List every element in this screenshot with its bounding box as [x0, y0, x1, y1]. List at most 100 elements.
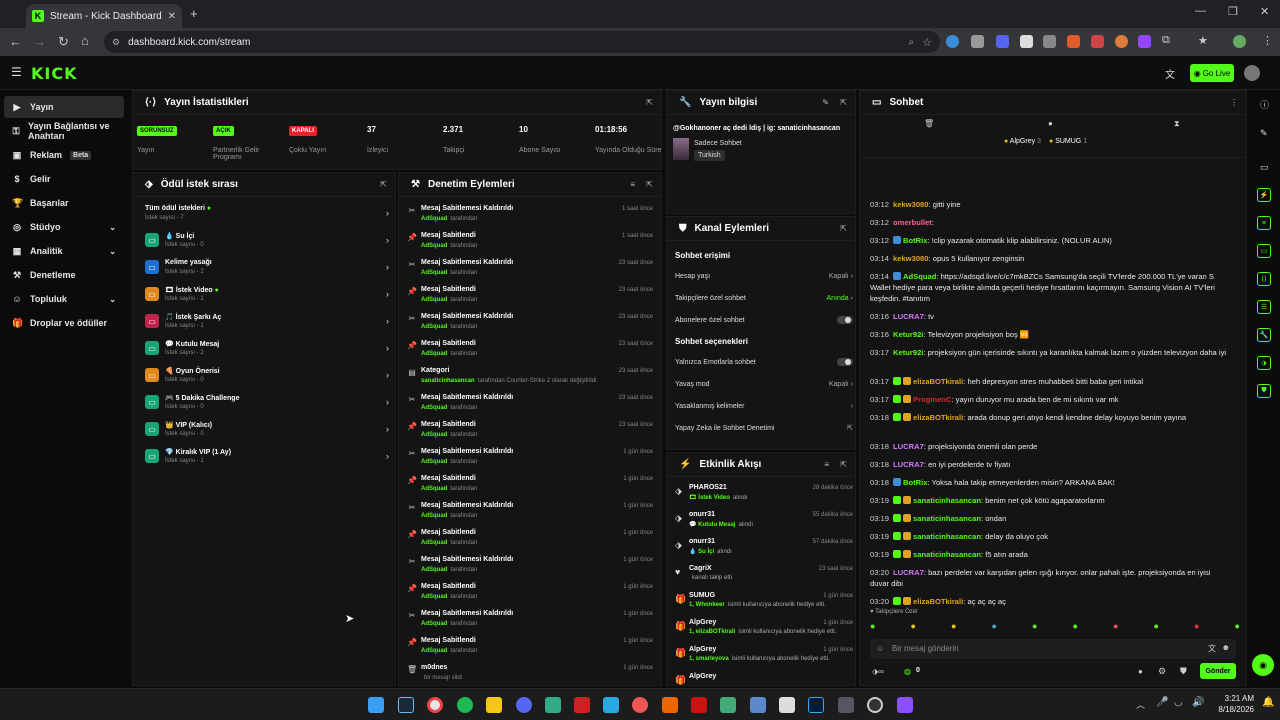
emote-picker-icon[interactable]: ☻ — [1222, 643, 1230, 652]
close-window-icon[interactable]: ✕ — [1260, 5, 1269, 18]
layout-icon[interactable]: ▭ — [1260, 162, 1269, 173]
edit-icon[interactable]: ✎ — [822, 98, 829, 107]
discord-icon[interactable] — [516, 697, 532, 713]
edit-icon[interactable]: ✎ — [1260, 128, 1268, 139]
app-icon[interactable] — [750, 697, 766, 713]
chat-username[interactable]: AdSquad — [903, 272, 936, 281]
emote-icon[interactable]: ● — [1154, 621, 1159, 635]
slow-mode-row[interactable]: Yavaş mod Kapalı › — [675, 375, 853, 393]
chat-popout-button[interactable]: ◉ — [1252, 654, 1274, 676]
app-icon[interactable] — [574, 697, 590, 713]
chat-username[interactable]: elizaBOTkirali — [913, 377, 963, 386]
extensions-puzzle-icon[interactable]: ⧉ — [1162, 34, 1170, 47]
close-tab-icon[interactable]: ✕ — [168, 11, 176, 22]
moderator-name[interactable]: AdSquad — [421, 459, 447, 465]
moderator-name[interactable]: AdSquad — [421, 621, 447, 627]
reward-row[interactable]: ▭ 🎞 İstek Video ● İstek sayısı - 1 › — [145, 284, 389, 306]
moderator-name[interactable]: AdSquad — [421, 297, 447, 303]
moderator-name[interactable]: AdSquad — [421, 216, 447, 222]
chat-username[interactable]: BotRix — [903, 478, 927, 487]
app-icon[interactable] — [632, 697, 648, 713]
app-icon[interactable] — [897, 697, 913, 713]
chat-username[interactable]: omerbullet — [893, 218, 932, 227]
extension-icon[interactable] — [1138, 35, 1151, 48]
moderator-name[interactable]: AdSquad — [421, 270, 447, 276]
browser-menu-icon[interactable]: ⋮ — [1262, 34, 1273, 47]
app-icon[interactable] — [662, 697, 678, 713]
send-button[interactable]: Gönder — [1200, 663, 1236, 679]
popout-icon[interactable]: ⇱ — [380, 180, 387, 189]
chat-username[interactable]: sanaticinhasancan — [913, 496, 981, 505]
extension-icon[interactable] — [1067, 35, 1080, 48]
sidebar-item[interactable]: ▶ Yayın — [4, 96, 124, 118]
chat-message[interactable]: 03:16 LUCRA7: tv — [870, 311, 1228, 322]
new-tab-icon[interactable]: + — [190, 6, 198, 21]
reward-row[interactable]: ▭ Kelime yasağı İstek sayısı - 2 › — [145, 257, 389, 279]
chat-message[interactable]: 03:18 BotRix: Yoksa hala takip etmeyenler… — [870, 477, 1228, 488]
extension-icon[interactable] — [1091, 35, 1104, 48]
gifter-badge[interactable]: ● AlpGrey 3 — [1004, 138, 1041, 145]
clock[interactable]: 3:21 AM 8/18/2026 — [1210, 693, 1254, 715]
chat-username[interactable]: ProgmenC — [913, 395, 951, 404]
chat-message[interactable]: 03:18 LUCRA7: en iyi perdelerde tv fiyatı — [870, 459, 1228, 470]
list-icon[interactable]: ≡ — [1257, 216, 1271, 230]
chat-message[interactable]: 03:12 kekw3080: gitti yine — [870, 199, 1228, 210]
chat-username[interactable]: sanaticinhasancan — [913, 514, 981, 523]
browser-tab[interactable]: K Stream - Kick Dashboard ✕ — [26, 4, 182, 28]
activity-user[interactable]: AlpGrey — [689, 619, 716, 626]
extension-icon[interactable] — [1115, 35, 1128, 48]
sidebar-item[interactable]: ◎ Stüdyo ⌄ — [4, 216, 124, 238]
sidebar-item[interactable]: ▦ Analitik ⌄ — [4, 240, 124, 262]
chat-icon[interactable]: ▭ — [1257, 244, 1271, 258]
chat-username[interactable]: sanaticinhasancan — [913, 550, 981, 559]
forward-icon[interactable]: → — [33, 34, 46, 49]
moderator-name[interactable]: AdSquad — [421, 567, 447, 573]
info-icon[interactable]: ⓘ — [1260, 98, 1269, 111]
app-icon[interactable] — [691, 697, 707, 713]
chat-username[interactable]: kekw3080 — [893, 254, 928, 263]
popout-icon[interactable]: ⇱ — [646, 98, 653, 107]
moderator-name[interactable]: AdSquad — [421, 405, 447, 411]
trash-icon[interactable]: 🗑 — [924, 119, 934, 128]
filter-icon[interactable]: ≡ — [824, 460, 829, 469]
emote-icon[interactable]: ● — [1032, 621, 1037, 635]
address-bar[interactable]: ⚙ dashboard.kick.com/stream ⌕ ☆ — [104, 31, 940, 53]
banned-words-row[interactable]: Yasaklanmış kelimeler › — [675, 397, 853, 415]
emote-icon[interactable]: ● — [951, 621, 956, 635]
all-rewards-row[interactable]: Tüm ödül istekleri ● İstek sayısı - 7 › — [145, 203, 389, 225]
moderator-name[interactable]: AdSquad — [421, 486, 447, 492]
chat-username[interactable]: elizaBOTkirali — [913, 597, 963, 606]
zoom-icon[interactable]: ⌕ — [909, 37, 915, 48]
chat-message[interactable]: 03:19 sanaticinhasancan: f5 atın arada — [870, 549, 1228, 560]
emoji-picker-icon[interactable]: ☺ — [876, 644, 884, 653]
reward-row[interactable]: ▭ 🎵 İstek Şarkı Aç İstek sayısı - 1 › — [145, 311, 389, 333]
sidebar-item[interactable]: ⚒ Denetleme — [4, 264, 124, 286]
chat-message[interactable]: 03:17 Ketur92i: projeksiyon gün içerisind… — [870, 347, 1228, 358]
moderator-name[interactable]: AdSquad — [421, 243, 447, 249]
bookmark-star-icon[interactable]: ☆ — [922, 36, 932, 49]
user-avatar[interactable] — [1244, 65, 1260, 81]
chat-input[interactable]: ☺ Bir mesaj gönderin 文 ☻ — [870, 639, 1236, 659]
activity-user[interactable]: onurr31 — [689, 538, 715, 545]
moderator-name[interactable]: AdSquad — [421, 540, 447, 546]
translate-icon[interactable]: 文 — [1165, 66, 1175, 81]
chat-message[interactable]: 03:14 kekw3080: opus 5 kullanıyor zengins… — [870, 253, 1228, 264]
chat-message[interactable]: 03:17 ProgmenC: yayın duruyor mu arada be… — [870, 394, 1228, 405]
chat-message[interactable]: 03:19 sanaticinhasancan: benim net çok kö… — [870, 495, 1228, 506]
chat-message[interactable]: 03:19 sanaticinhasancan: ondan — [870, 513, 1228, 524]
reload-icon[interactable]: ↻ — [58, 34, 69, 50]
reward-icon[interactable]: ⬗ — [1257, 356, 1271, 370]
chat-message[interactable]: 03:12 BotRix: !clip yazarak otomatik klip… — [870, 235, 1228, 246]
activity-user[interactable]: CagriX — [689, 565, 712, 572]
gifter-badge[interactable]: ● SUMUG 1 — [1049, 138, 1087, 145]
bookmarks-icon[interactable]: ★ — [1198, 34, 1208, 47]
chat-message[interactable]: 03:14 AdSquad: https://adsqd.live/c/c7mkB… — [870, 271, 1228, 304]
emote-icon[interactable]: ● — [1235, 621, 1240, 635]
extension-icon[interactable] — [1020, 35, 1033, 48]
file-explorer-icon[interactable] — [486, 697, 502, 713]
chat-message[interactable]: 03:16 Ketur92i: Televizyon projeksiyon bo… — [870, 329, 1228, 340]
reward-row[interactable]: ▭ 💬 Kutulu Mesaj İstek sayısı - 2 › — [145, 338, 389, 360]
sidebar-item[interactable]: 🎁 Droplar ve ödüller — [4, 312, 124, 334]
extension-icon[interactable] — [996, 35, 1009, 48]
extension-icon[interactable] — [946, 35, 959, 48]
